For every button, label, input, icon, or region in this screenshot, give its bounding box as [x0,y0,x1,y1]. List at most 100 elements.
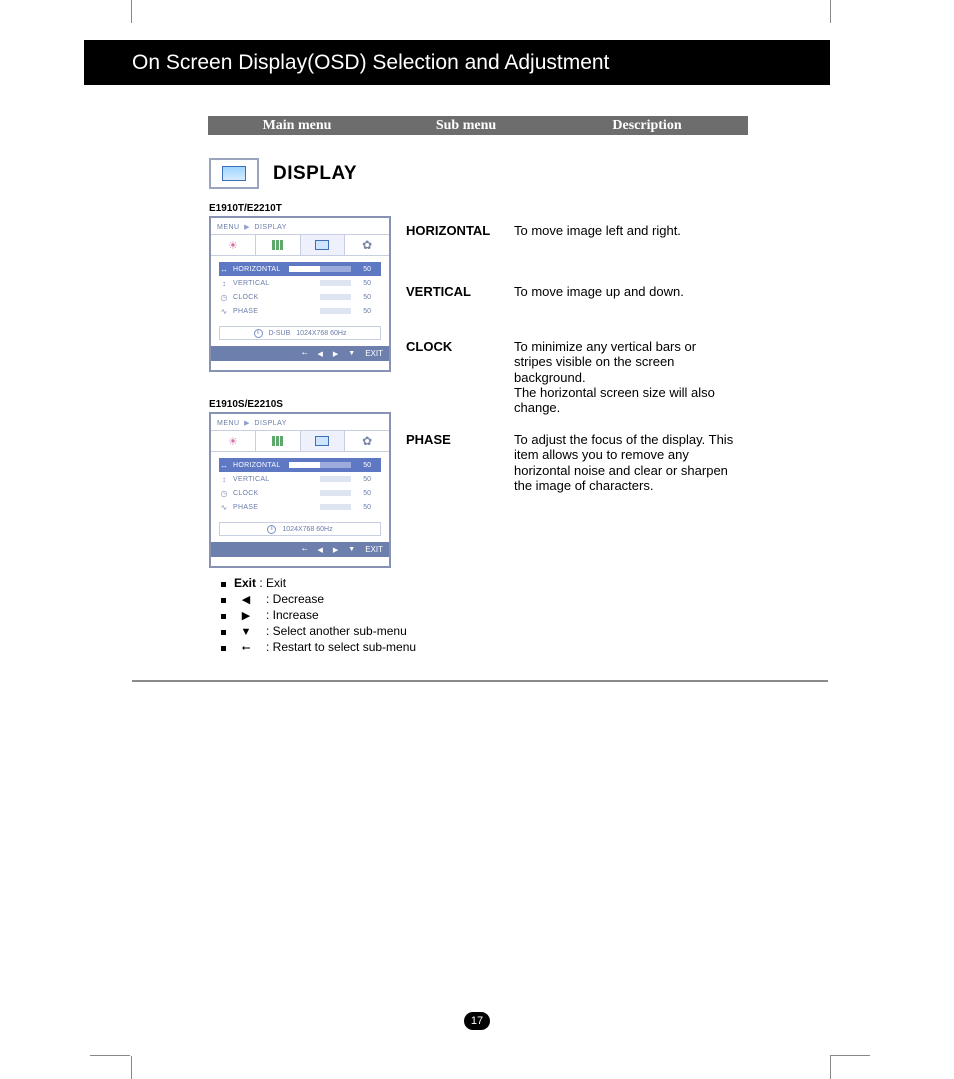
desc-phase: PHASE To adjust the focus of the display… [406,432,736,493]
submenu-description: To move image left and right. [514,223,736,238]
osd-tab-strip: ☀ ✿ [211,234,389,256]
clock-icon: ◷ [219,293,229,302]
osd-slider [289,476,351,482]
clock-icon: ◷ [219,489,229,498]
osd-slider [289,504,351,510]
submenu-description: To adjust the focus of the display. This… [514,432,736,493]
legend-exit-text: : Exit [259,576,286,590]
osd-slider [289,308,351,314]
osd-section-label: DISPLAY [254,420,287,427]
osd-section-label: DISPLAY [254,224,287,231]
gear-icon: ✿ [362,434,372,448]
legend-exit-label: Exit [234,576,256,590]
osd-tab-brightness: ☀ [211,235,256,255]
return-icon: ⭠ [302,350,308,358]
osd-mode: 1024X768 60Hz [282,526,332,533]
desc-vertical: VERTICAL To move image up and down. [406,284,736,299]
horizontal-rule [132,680,828,682]
legend-select-text: : Select another sub-menu [266,624,407,640]
osd-tab-color [256,431,301,451]
osd-row-vertical: ↕ VERTICAL 50 [219,276,381,290]
osd-row-label: PHASE [233,504,285,511]
osd-slider [289,294,351,300]
bullet-icon [221,614,226,619]
down-arrow-icon: ▼ [348,546,355,553]
osd-breadcrumb: MENU ▶ DISPLAY [211,414,389,430]
phase-icon: ∿ [219,307,229,316]
screen-icon [315,240,329,250]
crop-mark [830,1055,870,1056]
legend-exit: Exit : Exit [221,576,416,592]
display-heading-row: DISPLAY [209,158,357,189]
osd-row-value: 50 [355,462,371,469]
osd-slider [289,280,351,286]
crop-mark [90,1055,130,1056]
page-title-bar: On Screen Display(OSD) Selection and Adj… [84,40,830,85]
osd-breadcrumb: MENU ▶ DISPLAY [211,218,389,234]
bars-icon [272,240,283,250]
osd-footer: ⭠ ◀ ▶ ▼ EXIT [211,542,389,557]
screen-icon [315,436,329,446]
legend-decrease: ◀ : Decrease [221,592,416,608]
legend-increase-text: : Increase [266,608,319,624]
osd-row-horizontal: ↔ HORIZONTAL 50 [219,262,381,276]
osd-connector: D-SUB [269,330,291,337]
osd-row-label: CLOCK [233,294,285,301]
osd-tab-others: ✿ [345,431,389,451]
crop-mark [830,1056,831,1079]
osd-row-horizontal: ↔ HORIZONTAL 50 [219,458,381,472]
col-description: Description [546,118,748,134]
osd-tab-brightness: ☀ [211,431,256,451]
chevron-right-icon: ▶ [244,224,250,231]
osd-exit-label: EXIT [365,349,383,358]
osd-slider [289,266,351,272]
osd-mode: 1024X768 60Hz [296,330,346,337]
model-label-t: E1910T/E2210T [209,203,282,214]
osd-body: ↔ HORIZONTAL 50 ↕ VERTICAL 50 ◷ CLOCK 50… [211,256,389,320]
osd-tab-display [301,235,346,255]
col-main-menu: Main menu [208,118,386,134]
legend-increase: ▶ : Increase [221,608,416,624]
crop-mark [131,0,132,23]
vertical-icon: ↕ [219,279,229,288]
page-number: 17 [471,1015,483,1027]
crop-mark [830,0,831,23]
gear-icon: ✿ [362,238,372,252]
osd-status-bar: i D-SUB 1024X768 60Hz [219,326,381,340]
osd-status-bar: i 1024X768 60Hz [219,522,381,536]
crop-mark [131,1056,132,1079]
osd-row-clock: ◷ CLOCK 50 [219,290,381,304]
osd-menu-label: MENU [217,420,240,427]
osd-row-label: HORIZONTAL [233,462,285,469]
osd-tab-color [256,235,301,255]
info-icon: i [254,329,263,338]
model-label-s: E1910S/E2210S [209,399,283,410]
sun-icon: ☀ [228,239,238,252]
osd-row-phase: ∿ PHASE 50 [219,500,381,514]
submenu-label: HORIZONTAL [406,223,512,238]
bullet-icon [221,582,226,587]
osd-row-label: VERTICAL [233,280,285,287]
horizontal-icon: ↔ [219,461,229,470]
osd-row-value: 50 [355,294,371,301]
submenu-label: VERTICAL [406,284,512,299]
left-arrow-icon: ◀ [318,546,323,554]
bars-icon [272,436,283,446]
left-arrow-icon: ◀ [318,350,323,358]
right-arrow-icon: ▶ [333,350,338,358]
bullet-icon [221,646,226,651]
phase-icon: ∿ [219,503,229,512]
osd-row-value: 50 [355,266,371,273]
right-arrow-icon: ▶ [333,546,338,554]
return-icon: ⭠ [302,546,308,554]
osd-footer: ⭠ ◀ ▶ ▼ EXIT [211,346,389,361]
info-icon: i [267,525,276,534]
horizontal-icon: ↔ [219,265,229,274]
down-arrow-icon: ▼ [234,625,258,639]
osd-slider [289,490,351,496]
bullet-icon [221,598,226,603]
osd-row-value: 50 [355,280,371,287]
desc-clock: CLOCK To minimize any vertical bars or s… [406,339,736,416]
display-icon [209,158,259,189]
osd-row-label: CLOCK [233,490,285,497]
